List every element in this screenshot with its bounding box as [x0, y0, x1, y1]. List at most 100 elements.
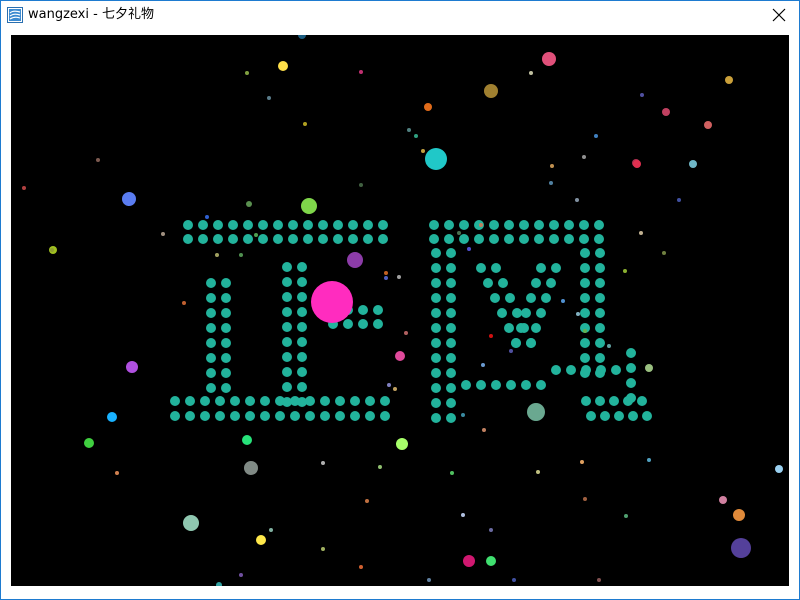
glyph-dot — [534, 220, 544, 230]
glyph-dot — [521, 308, 531, 318]
app-window: wangzexi - 七夕礼物 — [0, 0, 800, 600]
glyph-dot — [206, 323, 216, 333]
particle — [463, 555, 475, 567]
glyph-dot — [594, 234, 604, 244]
background-dot — [575, 198, 579, 202]
glyph-dot — [245, 396, 255, 406]
glyph-dot — [206, 293, 216, 303]
glyph-dot — [380, 411, 390, 421]
glyph-dot — [516, 323, 526, 333]
glyph-dot — [206, 368, 216, 378]
glyph-dot — [221, 293, 231, 303]
background-dot — [549, 181, 553, 185]
glyph-dot — [506, 380, 516, 390]
glyph-dot — [230, 396, 240, 406]
particle — [424, 103, 432, 111]
glyph-dot — [206, 383, 216, 393]
glyph-dot — [431, 413, 441, 423]
glyph-dot — [333, 220, 343, 230]
glyph-dot — [297, 277, 307, 287]
glyph-dot — [282, 322, 292, 332]
particle — [395, 351, 405, 361]
glyph-dot — [335, 411, 345, 421]
glyph-dot — [170, 396, 180, 406]
glyph-dot — [476, 263, 486, 273]
glyph-dot — [611, 365, 621, 375]
glyph-dot — [446, 338, 456, 348]
glyph-dot — [297, 397, 307, 407]
glyph-dot — [581, 365, 591, 375]
background-dot — [384, 271, 388, 275]
glyph-dot — [511, 338, 521, 348]
background-dot — [624, 514, 628, 518]
glyph-dot — [348, 234, 358, 244]
glyph-dot — [273, 220, 283, 230]
background-dot — [96, 158, 100, 162]
glyph-dot — [282, 277, 292, 287]
glyph-dot — [297, 367, 307, 377]
background-dot — [576, 312, 580, 316]
particle — [246, 201, 252, 207]
glyph-dot — [243, 220, 253, 230]
particle — [244, 461, 258, 475]
background-dot — [378, 465, 382, 469]
glyph-dot — [288, 234, 298, 244]
background-dot — [269, 528, 273, 532]
glyph-dot — [378, 220, 388, 230]
glyph-dot — [580, 293, 590, 303]
particle — [704, 121, 712, 129]
glyph-dot — [444, 220, 454, 230]
glyph-dot — [221, 323, 231, 333]
glyph-dot — [626, 378, 636, 388]
background-dot — [607, 344, 611, 348]
background-dot — [583, 329, 587, 333]
background-dot — [509, 349, 513, 353]
glyph-dot — [476, 380, 486, 390]
glyph-dot — [431, 248, 441, 258]
glyph-dot — [297, 382, 307, 392]
glyph-dot — [595, 293, 605, 303]
glyph-dot — [206, 338, 216, 348]
glyph-dot — [183, 220, 193, 230]
glyph-dot — [642, 411, 652, 421]
particle — [645, 364, 653, 372]
glyph-dot — [595, 353, 605, 363]
glyph-dot — [282, 352, 292, 362]
glyph-dot — [459, 234, 469, 244]
glyph-dot — [185, 396, 195, 406]
background-dot — [489, 334, 493, 338]
particle — [425, 148, 447, 170]
glyph-dot — [358, 319, 368, 329]
background-dot — [387, 383, 391, 387]
glyph-dot — [200, 411, 210, 421]
background-dot — [647, 458, 651, 462]
glyph-dot — [614, 411, 624, 421]
particle — [278, 61, 288, 71]
animation-canvas — [11, 35, 789, 586]
glyph-dot — [206, 353, 216, 363]
title-bar[interactable]: wangzexi - 七夕礼物 — [1, 1, 799, 29]
glyph-dot — [221, 368, 231, 378]
glyph-dot — [431, 338, 441, 348]
glyph-dot — [431, 308, 441, 318]
glyph-dot — [221, 308, 231, 318]
background-dot — [457, 231, 461, 235]
background-dot — [639, 231, 643, 235]
glyph-dot — [431, 293, 441, 303]
glyph-dot — [526, 338, 536, 348]
background-dot — [550, 164, 554, 168]
glyph-dot — [215, 411, 225, 421]
close-button[interactable] — [759, 1, 799, 29]
background-dot — [359, 183, 363, 187]
glyph-dot — [275, 411, 285, 421]
glyph-dot — [446, 308, 456, 318]
glyph-dot — [363, 234, 373, 244]
glyph-dot — [637, 396, 647, 406]
glyph-dot — [343, 319, 353, 329]
window-title: wangzexi - 七夕礼物 — [28, 7, 154, 22]
glyph-dot — [580, 338, 590, 348]
background-dot — [481, 363, 485, 367]
background-dot — [489, 528, 493, 532]
glyph-dot — [586, 411, 596, 421]
glyph-dot — [305, 411, 315, 421]
